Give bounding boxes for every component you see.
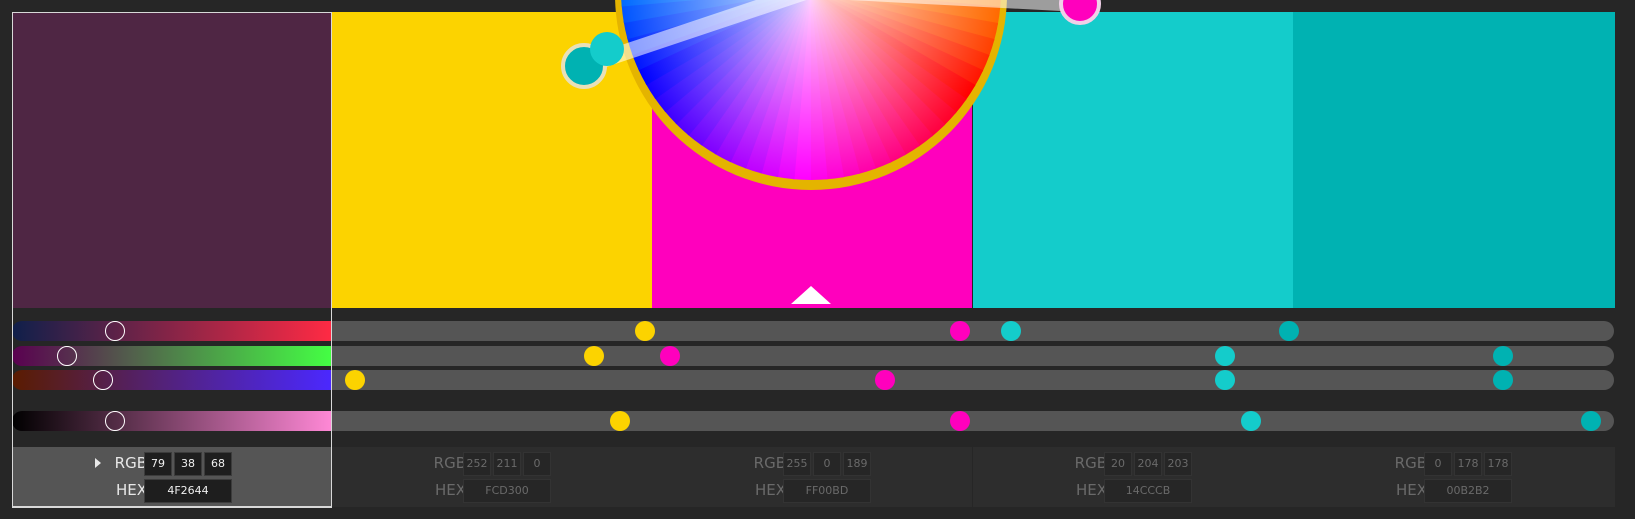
panel-cyan: RGB HEX 20 204 203 14CCCB xyxy=(973,447,1293,507)
color-wheel[interactable] xyxy=(0,0,1635,519)
slider-red-thumb[interactable] xyxy=(105,321,125,341)
hex-label: HEX xyxy=(1395,481,1427,499)
rgb-g-field[interactable]: 211 xyxy=(493,452,521,476)
rgb-r-field[interactable]: 20 xyxy=(1104,452,1132,476)
rgb-g-field[interactable]: 178 xyxy=(1454,452,1482,476)
panel-plum: RGB HEX 79 38 68 4F2644 xyxy=(12,447,332,507)
slider-green-track[interactable] xyxy=(332,346,1614,366)
hex-field[interactable]: 14CCCB xyxy=(1104,479,1192,503)
rgb-label: RGB xyxy=(114,454,147,472)
slider-green-marker-magenta[interactable] xyxy=(660,346,681,366)
panel-magenta: RGB HEX 255 0 189 FF00BD xyxy=(652,447,972,507)
slider-green-thumb[interactable] xyxy=(57,346,77,366)
hex-field[interactable]: FCD300 xyxy=(463,479,551,503)
slider-red-marker-yellow[interactable] xyxy=(634,321,655,341)
slider-lightness-marker-yellow[interactable] xyxy=(609,411,630,431)
rgb-label: RGB xyxy=(1074,454,1107,472)
slider-blue-thumb[interactable] xyxy=(93,370,113,390)
rgb-b-field[interactable]: 203 xyxy=(1164,452,1192,476)
rgb-r-field[interactable]: 255 xyxy=(783,452,811,476)
hue-wheel-disc[interactable] xyxy=(561,0,1101,190)
expand-caret-icon[interactable] xyxy=(95,458,101,468)
slider-red-track[interactable] xyxy=(332,321,1614,341)
rgb-b-field[interactable]: 178 xyxy=(1484,452,1512,476)
panel-teal: RGB HEX 0 178 178 00B2B2 xyxy=(1293,447,1615,507)
hex-field[interactable]: 00B2B2 xyxy=(1424,479,1512,503)
rgb-label: RGB xyxy=(1394,454,1427,472)
slider-red-marker-cyan[interactable] xyxy=(1000,321,1021,341)
slider-blue-marker-magenta[interactable] xyxy=(874,370,895,390)
wheel-handle-cyan[interactable] xyxy=(590,32,624,66)
slider-blue-gradient[interactable] xyxy=(12,370,332,390)
slider-red-gradient[interactable] xyxy=(12,321,332,341)
hex-field[interactable]: FF00BD xyxy=(783,479,871,503)
rgb-b-field[interactable]: 189 xyxy=(843,452,871,476)
slider-green-marker-teal[interactable] xyxy=(1493,346,1514,366)
hex-field[interactable]: 4F2644 xyxy=(144,479,232,503)
rgb-g-field[interactable]: 204 xyxy=(1134,452,1162,476)
hex-label: HEX xyxy=(115,481,147,499)
slider-lightness-thumb[interactable] xyxy=(105,411,125,431)
rgb-r-field[interactable]: 252 xyxy=(463,452,491,476)
slider-blue-track[interactable] xyxy=(332,370,1614,390)
rgb-g-field[interactable]: 0 xyxy=(813,452,841,476)
rgb-r-field[interactable]: 0 xyxy=(1424,452,1452,476)
rgb-b-field[interactable]: 0 xyxy=(523,452,551,476)
hex-label: HEX xyxy=(1075,481,1107,499)
wheel-toggle-arrow[interactable] xyxy=(791,286,831,304)
slider-red-marker-teal[interactable] xyxy=(1278,321,1299,341)
hex-label: HEX xyxy=(754,481,786,499)
wheel-handle-magenta[interactable] xyxy=(1059,0,1101,25)
slider-lightness-track[interactable] xyxy=(332,411,1614,431)
color-palette-editor: RGB HEX 79 38 68 4F2644 RGB HEX 252 211 0 FCD300 RGB… xyxy=(0,0,1635,519)
slider-blue-marker-yellow[interactable] xyxy=(344,370,365,390)
slider-lightness-gradient[interactable] xyxy=(12,411,332,431)
panel-yellow: RGB HEX 252 211 0 FCD300 xyxy=(332,447,652,507)
hex-label: HEX xyxy=(434,481,466,499)
rgb-b-field[interactable]: 68 xyxy=(204,452,232,476)
rgb-label: RGB xyxy=(753,454,786,472)
slider-lightness-marker-cyan[interactable] xyxy=(1240,411,1261,431)
rgb-label: RGB xyxy=(433,454,466,472)
rgb-g-field[interactable]: 38 xyxy=(174,452,202,476)
rgb-r-field[interactable]: 79 xyxy=(144,452,172,476)
slider-blue-marker-teal[interactable] xyxy=(1493,370,1514,390)
